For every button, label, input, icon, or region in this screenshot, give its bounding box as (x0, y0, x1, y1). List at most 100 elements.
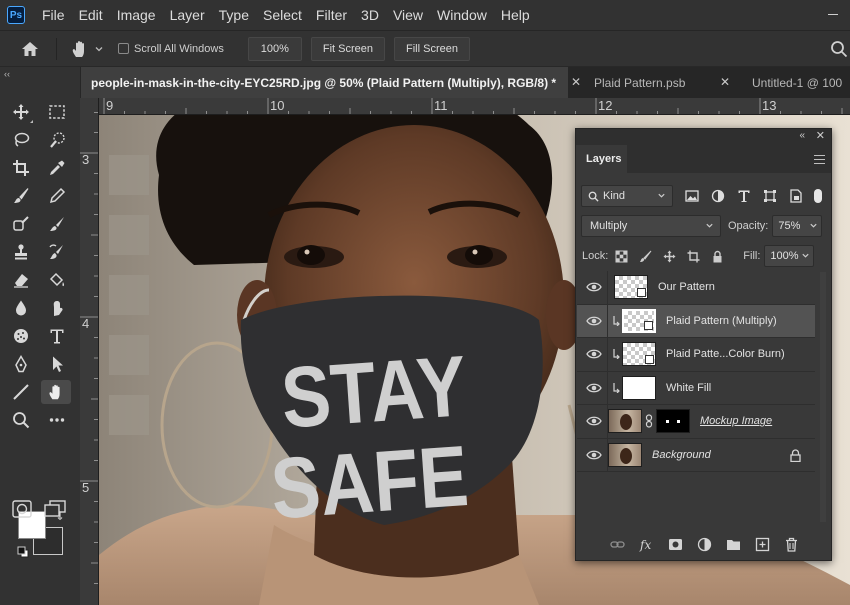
tab-layers[interactable]: Layers (576, 145, 627, 173)
paint-bucket-tool[interactable] (44, 268, 70, 292)
home-icon[interactable] (21, 40, 39, 58)
lock-position-icon[interactable] (663, 250, 676, 263)
type-filter-icon[interactable] (737, 189, 751, 203)
new-layer-icon[interactable] (755, 537, 770, 552)
eye-icon[interactable] (586, 281, 602, 293)
close-icon[interactable]: ✕ (720, 75, 730, 89)
adjustment-layer-icon[interactable] (697, 537, 712, 552)
image-filter-icon[interactable] (685, 189, 699, 203)
stamp-tool[interactable] (8, 240, 34, 264)
brush-alt-tool[interactable] (44, 212, 70, 236)
type-tool[interactable] (44, 324, 70, 348)
tab-untitled[interactable]: Untitled-1 @ 100 (742, 67, 850, 98)
eye-icon[interactable] (586, 382, 602, 394)
layer-mask-thumbnail[interactable] (656, 409, 690, 434)
menu-window[interactable]: Window (430, 0, 494, 30)
add-mask-icon[interactable] (668, 537, 683, 552)
menu-3d[interactable]: 3D (354, 0, 386, 30)
eye-icon[interactable] (586, 449, 602, 461)
opacity-field[interactable]: 75% (772, 215, 823, 237)
lock-artboard-icon[interactable] (687, 250, 700, 263)
path-selection-tool[interactable] (44, 352, 70, 376)
minimize-button[interactable] (828, 14, 838, 15)
menu-type[interactable]: Type (212, 0, 256, 30)
chevron-down-icon[interactable] (94, 44, 104, 54)
menu-layer[interactable]: Layer (163, 0, 212, 30)
tab-plaid-pattern[interactable]: Plaid Pattern.psb (584, 67, 734, 98)
layers-scrollbar[interactable] (817, 272, 829, 522)
delete-layer-icon[interactable] (784, 537, 799, 552)
default-colors-icon[interactable] (17, 546, 29, 558)
eye-icon[interactable] (586, 315, 602, 327)
menu-image[interactable]: Image (110, 0, 163, 30)
history-brush-tool[interactable] (44, 240, 70, 264)
fit-screen-button[interactable]: Fit Screen (310, 36, 385, 61)
menu-select[interactable]: Select (256, 0, 309, 30)
layer-row-white-fill[interactable]: White Fill (577, 371, 815, 405)
pen-tool[interactable] (8, 352, 34, 376)
close-icon[interactable]: ✕ (816, 129, 825, 142)
sponge-tool[interactable] (8, 324, 34, 348)
zoom-level-field[interactable]: 100% (247, 36, 302, 61)
layer-thumbnail[interactable] (622, 375, 656, 400)
layer-thumbnail[interactable] (608, 409, 642, 434)
move-tool[interactable] (8, 100, 34, 124)
menu-file[interactable]: File (35, 0, 72, 30)
eraser-tool[interactable] (8, 268, 34, 292)
marquee-tool[interactable] (44, 100, 70, 124)
close-icon[interactable]: ✕ (571, 75, 581, 89)
fill-field[interactable]: 100% (764, 245, 815, 267)
line-tool[interactable] (8, 380, 34, 404)
lock-image-pixels-icon[interactable] (639, 250, 652, 263)
layer-row-our-pattern[interactable]: Our Pattern (577, 271, 815, 305)
blur-tool[interactable] (8, 296, 34, 320)
link-layers-icon[interactable] (610, 537, 625, 552)
crop-tool[interactable] (8, 156, 34, 180)
adjustment-filter-icon[interactable] (711, 189, 725, 203)
link-icon[interactable] (645, 414, 653, 428)
layer-row-mockup-image[interactable]: Mockup Image (577, 405, 815, 439)
brush-tool[interactable] (8, 184, 34, 208)
layer-row-plaid-multiply[interactable]: Plaid Pattern (Multiply) (577, 304, 815, 338)
scroll-all-windows-checkbox[interactable] (118, 43, 129, 54)
filter-toggle-switch[interactable] (814, 189, 822, 203)
hand-tool-icon[interactable] (70, 39, 90, 59)
tab-active-document[interactable]: people-in-mask-in-the-city-EYC25RD.jpg @… (81, 67, 568, 98)
zoom-tool[interactable] (8, 408, 34, 432)
more-tools[interactable] (44, 408, 70, 432)
search-icon[interactable] (830, 40, 848, 58)
hand-tool[interactable] (41, 380, 71, 404)
layer-thumbnail[interactable] (622, 342, 656, 367)
menu-filter[interactable]: Filter (309, 0, 354, 30)
lasso-tool[interactable] (8, 128, 34, 152)
blend-mode-select[interactable]: Multiply (581, 215, 721, 237)
eye-icon[interactable] (586, 348, 602, 360)
lock-all-icon[interactable] (711, 250, 724, 263)
collapse-panel-icon[interactable]: ‹‹ (4, 69, 10, 79)
menu-edit[interactable]: Edit (72, 0, 110, 30)
layer-row-plaid-color-burn[interactable]: Plaid Patte...Color Burn) (577, 338, 815, 372)
pencil-tool[interactable] (44, 184, 70, 208)
eye-icon[interactable] (586, 415, 602, 427)
panel-menu-icon[interactable] (814, 155, 825, 164)
quick-mask-icon[interactable] (12, 500, 32, 518)
dodge-tool[interactable] (44, 296, 70, 320)
layer-thumbnail[interactable] (622, 308, 656, 333)
shape-filter-icon[interactable] (763, 189, 777, 203)
fill-screen-button[interactable]: Fill Screen (394, 36, 470, 61)
filter-kind-select[interactable]: Kind (581, 185, 673, 207)
layer-thumbnail[interactable] (608, 442, 642, 467)
clone-stamp-tool[interactable] (8, 212, 34, 236)
lock-transparent-pixels-icon[interactable] (615, 250, 628, 263)
scroll-all-windows-option[interactable]: Scroll All Windows (118, 43, 224, 55)
smart-object-filter-icon[interactable] (789, 189, 803, 203)
menu-view[interactable]: View (386, 0, 430, 30)
layer-thumbnail[interactable] (614, 275, 648, 300)
collapse-icon[interactable]: « (799, 130, 805, 141)
screen-mode-icon[interactable] (44, 500, 66, 518)
quick-selection-tool[interactable] (44, 128, 70, 152)
menu-help[interactable]: Help (494, 0, 537, 30)
new-group-icon[interactable] (726, 537, 741, 552)
eyedropper-tool[interactable] (44, 156, 70, 180)
photoshop-logo[interactable]: Ps (7, 6, 25, 24)
